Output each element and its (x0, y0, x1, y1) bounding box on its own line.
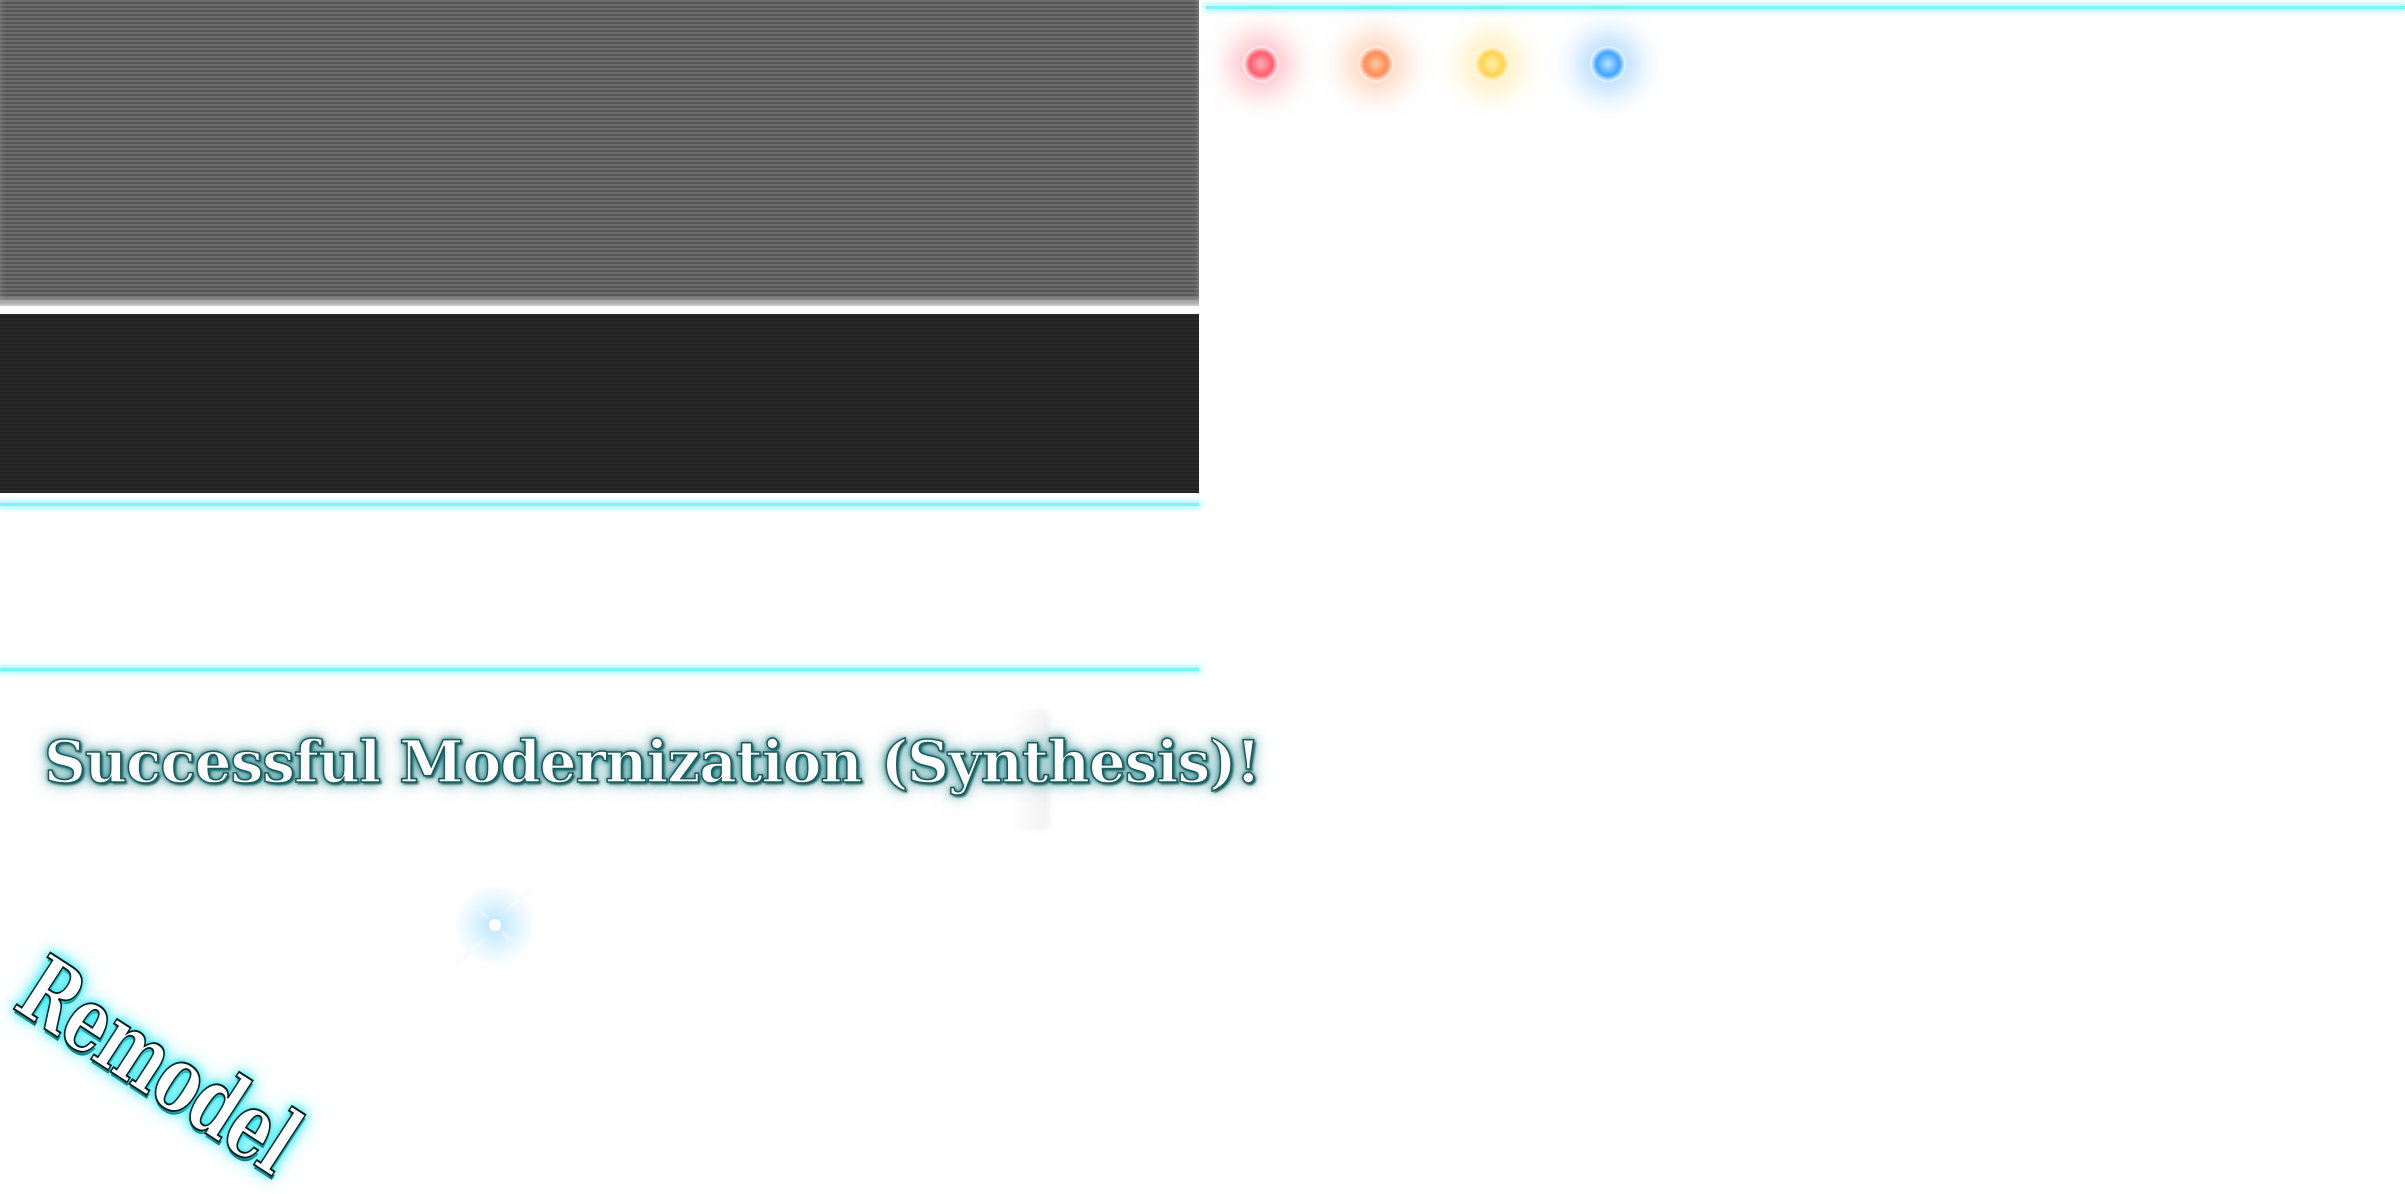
gray-scanline-panel (0, 0, 1199, 306)
cyan-divider-line (1206, 6, 2405, 9)
success-title-text: Successful Modernization (Synthesis)! (43, 727, 1262, 797)
orange-orb-icon (1358, 46, 1394, 82)
red-orb-icon (1243, 46, 1279, 82)
dark-scanline-panel (0, 314, 1199, 493)
yellow-orb-icon (1474, 46, 1510, 82)
sparkle-star-shape (452, 882, 538, 968)
remodel-stamp-text: Remodel (0, 934, 319, 1194)
blue-orb-icon (1590, 46, 1626, 82)
sparkle-icon (430, 860, 560, 990)
cyan-divider-line (0, 503, 1199, 506)
cyan-divider-line (0, 668, 1199, 671)
